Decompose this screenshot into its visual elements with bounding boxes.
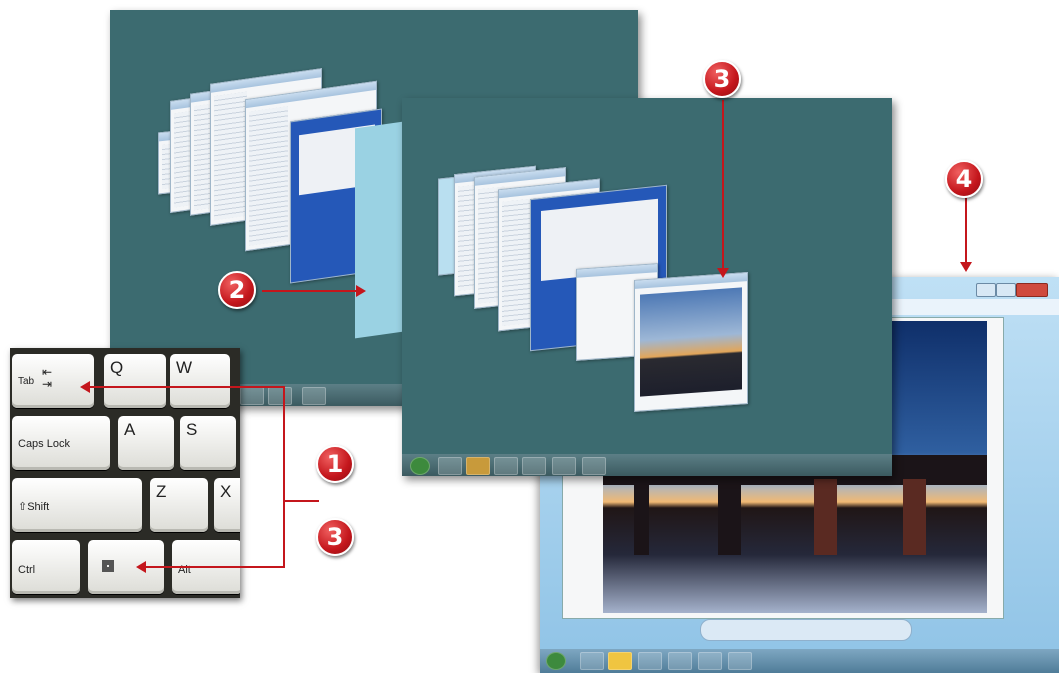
taskbar-button[interactable] bbox=[668, 652, 692, 670]
taskbar-button[interactable] bbox=[494, 457, 518, 475]
callout-4: 4 bbox=[945, 160, 983, 198]
arrow-4-head bbox=[960, 262, 972, 272]
windows-logo-icon bbox=[102, 560, 114, 572]
tab-key-arrow bbox=[80, 381, 90, 393]
close-button[interactable] bbox=[1016, 283, 1048, 297]
taskbar bbox=[540, 649, 1059, 673]
arrow-2-line bbox=[262, 290, 358, 292]
taskbar-button[interactable] bbox=[580, 652, 604, 670]
win-key-arrow bbox=[136, 561, 146, 573]
key-a: A bbox=[118, 416, 174, 470]
taskbar-button[interactable] bbox=[302, 387, 326, 405]
key-w: W bbox=[170, 354, 230, 408]
key-q: Q bbox=[104, 354, 166, 408]
win-key-line bbox=[144, 566, 284, 568]
tab-key-line bbox=[88, 386, 284, 388]
taskbar-button[interactable] bbox=[608, 652, 632, 670]
taskbar-button[interactable] bbox=[268, 387, 292, 405]
key-z: Z bbox=[150, 478, 208, 532]
key-x: X bbox=[214, 478, 240, 532]
bracket-vertical bbox=[283, 386, 285, 568]
arrow-4-line bbox=[965, 198, 967, 262]
maximize-button[interactable] bbox=[996, 283, 1016, 297]
taskbar-button[interactable] bbox=[438, 457, 462, 475]
taskbar-button[interactable] bbox=[552, 457, 576, 475]
callout-1: 1 bbox=[316, 445, 354, 483]
callout-3-top: 3 bbox=[703, 60, 741, 98]
minimize-button[interactable] bbox=[976, 283, 996, 297]
flip-window-front bbox=[355, 121, 403, 339]
key-shift: ⇧Shift bbox=[12, 478, 142, 532]
taskbar-button[interactable] bbox=[638, 652, 662, 670]
bracket-to-callouts bbox=[283, 500, 319, 502]
key-ctrl: Ctrl bbox=[12, 540, 80, 594]
callout-3-bottom: 3 bbox=[316, 518, 354, 556]
photo-thumbnail bbox=[640, 287, 742, 397]
taskbar-button[interactable] bbox=[522, 457, 546, 475]
taskbar-button[interactable] bbox=[728, 652, 752, 670]
taskbar-button[interactable] bbox=[240, 387, 264, 405]
start-button[interactable] bbox=[546, 652, 566, 670]
taskbar-button[interactable] bbox=[582, 457, 606, 475]
taskbar-button[interactable] bbox=[466, 457, 490, 475]
arrow-3-head bbox=[717, 268, 729, 278]
key-tab-label: Tab bbox=[18, 376, 35, 387]
taskbar-button[interactable] bbox=[698, 652, 722, 670]
selected-window bbox=[634, 272, 748, 412]
callout-2: 2 bbox=[218, 271, 256, 309]
key-caps-lock: Caps Lock bbox=[12, 416, 110, 470]
tab-arrows-icon: ⇤ ⇥ bbox=[42, 365, 53, 391]
start-button[interactable] bbox=[410, 457, 430, 475]
arrow-2-head bbox=[356, 285, 366, 297]
taskbar bbox=[402, 454, 892, 476]
viewer-controls[interactable] bbox=[700, 619, 912, 641]
key-s: S bbox=[180, 416, 236, 470]
flip3d-desktop-front bbox=[402, 98, 892, 476]
arrow-3-line bbox=[722, 100, 724, 270]
